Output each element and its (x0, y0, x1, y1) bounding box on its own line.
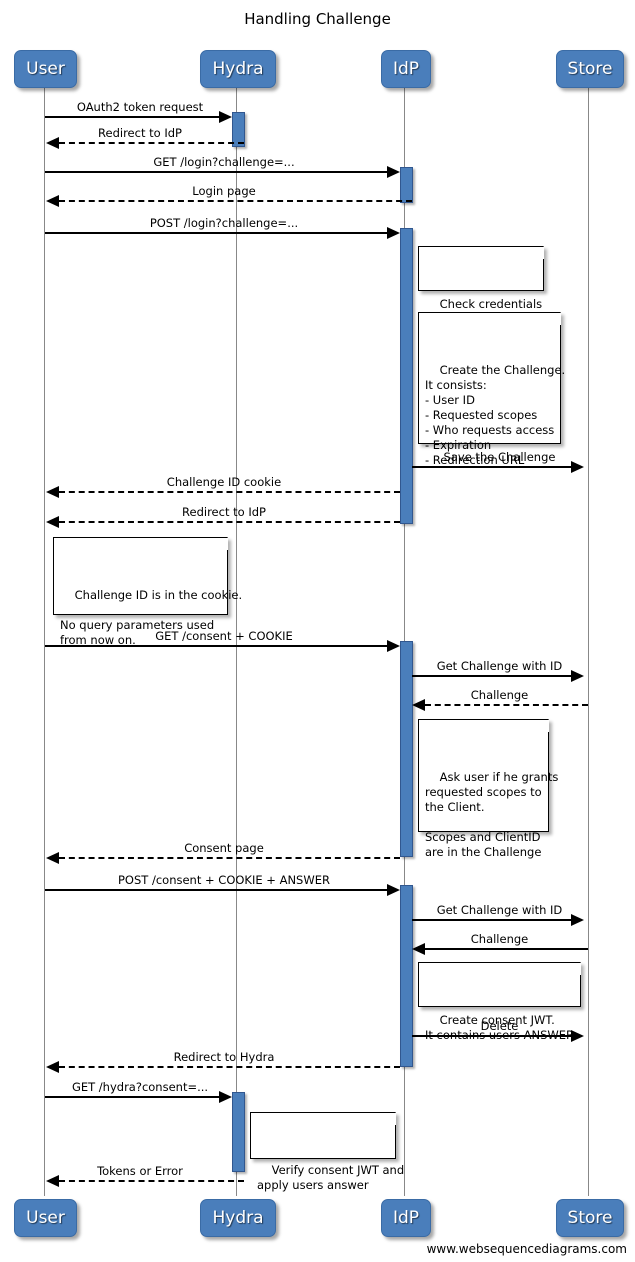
actor-label-idp-bottom: IdP (392, 1208, 420, 1228)
message-label: Redirect to IdP (182, 505, 266, 519)
arrowhead-icon (46, 1175, 59, 1187)
sequence-diagram-canvas: Handling Challenge User Hydra IdP Store … (0, 0, 635, 1262)
message-label: GET /login?challenge=... (153, 155, 295, 169)
arrowhead-icon (571, 914, 584, 926)
note-create-challenge: Create the Challenge. It consists: - Use… (418, 312, 565, 467)
note-dogear-line-icon (531, 719, 549, 737)
message-arrow (45, 171, 388, 173)
arrowhead-icon (46, 516, 59, 528)
note-verify-consent-jwt: Verify consent JWT and apply users answe… (250, 1112, 404, 1192)
actor-box-hydra-bottom[interactable]: Hydra (200, 1199, 276, 1237)
arrowhead-icon (387, 640, 400, 652)
arrowhead-icon (571, 670, 584, 682)
footer-watermark: www.websequencediagrams.com (426, 1242, 627, 1256)
actor-box-hydra-top[interactable]: Hydra (200, 50, 276, 88)
arrowhead-icon (46, 852, 59, 864)
arrowhead-icon (571, 1030, 584, 1042)
arrowhead-icon (46, 486, 59, 498)
message-arrow (412, 466, 572, 468)
actor-label-hydra-bottom: Hydra (212, 1208, 264, 1228)
arrowhead-icon (387, 166, 400, 178)
message-arrow (59, 142, 244, 144)
message-label: Delete (480, 1019, 519, 1033)
arrowhead-icon (219, 1091, 232, 1103)
message-arrow (59, 200, 412, 202)
message-arrow (59, 1066, 400, 1068)
message-label: Challenge (470, 688, 529, 702)
message-label: POST /login?challenge=... (149, 216, 299, 230)
activation-hydra-2 (232, 1092, 245, 1172)
note-text: Verify consent JWT and apply users answe… (257, 1163, 405, 1192)
actor-box-user-bottom[interactable]: User (14, 1199, 77, 1237)
arrowhead-icon (571, 461, 584, 473)
arrowhead-icon (46, 1061, 59, 1073)
message-arrow (45, 645, 388, 647)
message-arrow (412, 919, 572, 921)
message-arrow (425, 948, 588, 950)
arrowhead-icon (387, 884, 400, 896)
actor-label-idp: IdP (392, 59, 420, 79)
arrowhead-icon (219, 111, 232, 123)
note-dogear-line-icon (526, 246, 544, 264)
message-arrow (45, 889, 388, 891)
note-dogear-line-icon (378, 1112, 396, 1130)
message-label: Redirect to IdP (98, 126, 182, 140)
actor-box-store-top[interactable]: Store (556, 50, 624, 88)
message-arrow (412, 1035, 572, 1037)
message-arrow (45, 1096, 220, 1098)
actor-box-idp-top[interactable]: IdP (381, 50, 431, 88)
message-label: Get Challenge with ID (436, 903, 563, 917)
actor-label-user: User (26, 59, 65, 79)
arrowhead-icon (412, 943, 425, 955)
actor-box-user-top[interactable]: User (14, 50, 77, 88)
message-label: Challenge ID cookie (166, 475, 282, 489)
message-label: GET /consent + COOKIE (155, 629, 293, 643)
actor-box-idp-bottom[interactable]: IdP (381, 1199, 431, 1237)
actor-label-user-bottom: User (26, 1208, 65, 1228)
message-label: Redirect to Hydra (173, 1050, 275, 1064)
lifeline-store (588, 86, 589, 1196)
message-arrow (45, 116, 220, 118)
page-title: Handling Challenge (244, 10, 391, 28)
note-check-credentials: Check credentials (eg. Basic Auth etc.) (418, 246, 544, 326)
activation-idp-3 (400, 641, 413, 857)
actor-box-store-bottom[interactable]: Store (556, 1199, 624, 1237)
note-challenge-id-cookie: Challenge ID is in the cookie. No query … (53, 537, 242, 647)
note-create-consent-jwt: Create consent JWT. It contains users AN… (418, 962, 581, 1042)
message-arrow (412, 675, 572, 677)
message-label: GET /hydra?consent=... (71, 1080, 209, 1094)
message-label: Challenge (470, 932, 529, 946)
arrowhead-icon (387, 227, 400, 239)
note-dogear-line-icon (543, 312, 561, 330)
note-text: Ask user if he grants requested scopes t… (425, 770, 559, 859)
message-label: Save the Challenge (443, 450, 556, 464)
message-label: Tokens or Error (97, 1164, 183, 1178)
note-dogear-line-icon (210, 537, 228, 555)
message-arrow (59, 491, 400, 493)
arrowhead-icon (412, 699, 425, 711)
message-arrow (45, 232, 388, 234)
message-label: OAuth2 token request (76, 100, 204, 114)
actor-label-store: Store (567, 59, 613, 79)
message-label: Get Challenge with ID (436, 659, 563, 673)
arrowhead-icon (46, 195, 59, 207)
note-dogear-line-icon (563, 962, 581, 980)
message-label: Consent page (184, 841, 264, 855)
message-arrow (59, 857, 400, 859)
actor-label-hydra: Hydra (212, 59, 264, 79)
note-ask-user-grants: Ask user if he grants requested scopes t… (418, 719, 558, 859)
message-label: Login page (192, 184, 256, 198)
actor-label-store-bottom: Store (567, 1208, 613, 1228)
message-label: POST /consent + COOKIE + ANSWER (118, 873, 330, 887)
message-arrow (425, 704, 588, 706)
message-arrow (59, 521, 400, 523)
message-arrow (59, 1180, 244, 1182)
arrowhead-icon (46, 137, 59, 149)
